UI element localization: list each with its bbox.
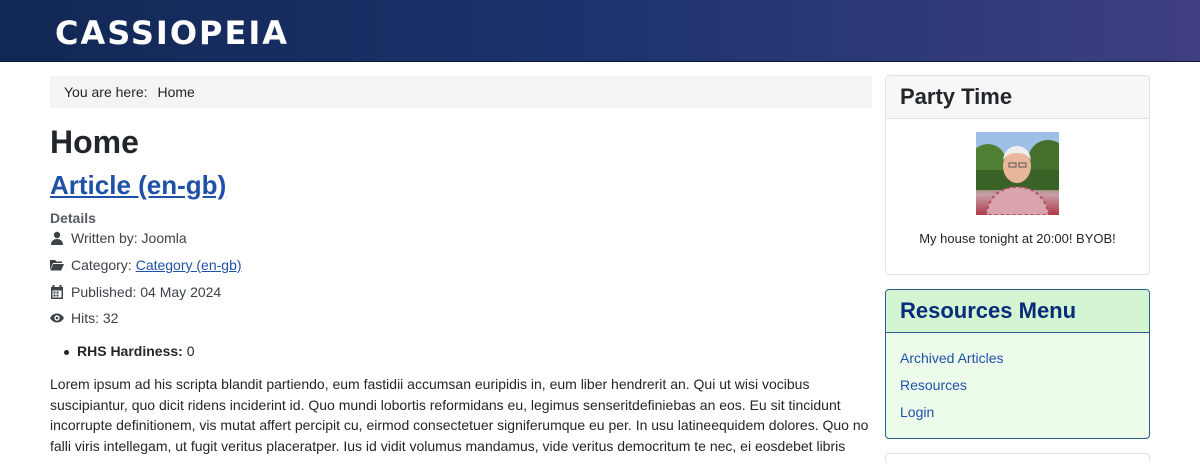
hits-text: Hits: 32 (71, 310, 119, 326)
category-link[interactable]: Category (en-gb) (136, 256, 242, 274)
category-prefix: Category: (71, 257, 132, 273)
article-published: Published: 04 May 2024 (50, 283, 221, 301)
bullet-icon (64, 349, 69, 355)
menu-item: Login (900, 404, 1003, 431)
resources-menu-list: Archived Articles Resources Login (900, 350, 1003, 431)
breadcrumb: You are here: Home (50, 76, 872, 108)
article-title-link[interactable]: Article (en-gb) (50, 168, 226, 202)
custom-field: RHS Hardiness: 0 (64, 342, 195, 360)
menu-item: Archived Articles (900, 350, 1003, 377)
published-text: Published: 04 May 2024 (71, 284, 222, 300)
party-photo (976, 132, 1059, 215)
details-label: Details (50, 210, 96, 226)
menu-link-archived-articles[interactable]: Archived Articles (900, 350, 1003, 366)
party-time-title: Party Time (886, 76, 1149, 119)
author-text: Written by: Joomla (71, 230, 187, 246)
menu-link-resources[interactable]: Resources (900, 377, 967, 393)
article-author: Written by: Joomla (50, 229, 187, 247)
article-hits: Hits: 32 (50, 309, 118, 327)
eye-icon (50, 313, 64, 323)
party-message: My house tonight at 20:00! BYOB! (919, 231, 1116, 246)
breadcrumb-prefix: You are here: (64, 84, 148, 100)
article-body: Lorem ipsum ad his scripta blandit parti… (50, 376, 869, 454)
page-title: Home (50, 124, 139, 160)
menu-link-login[interactable]: Login (900, 404, 934, 420)
site-header: CASSIOPEIA (0, 0, 1200, 62)
calendar-icon (51, 285, 63, 299)
resources-menu-module: Resources Menu Archived Articles Resourc… (885, 289, 1150, 439)
field-name: RHS Hardiness: (77, 343, 183, 359)
user-icon (51, 231, 63, 245)
article-category: Category: Category (en-gb) (50, 256, 242, 274)
folder-open-icon (50, 260, 64, 271)
menu-item: Resources (900, 377, 1003, 404)
field-value: 0 (186, 343, 195, 359)
breadcrumb-home: Home (157, 84, 195, 100)
site-brand-link[interactable]: CASSIOPEIA (55, 12, 289, 54)
party-time-module: Party Time My house tonight at 20:00! BY… (885, 75, 1150, 275)
resources-menu-title: Resources Menu (886, 290, 1149, 333)
